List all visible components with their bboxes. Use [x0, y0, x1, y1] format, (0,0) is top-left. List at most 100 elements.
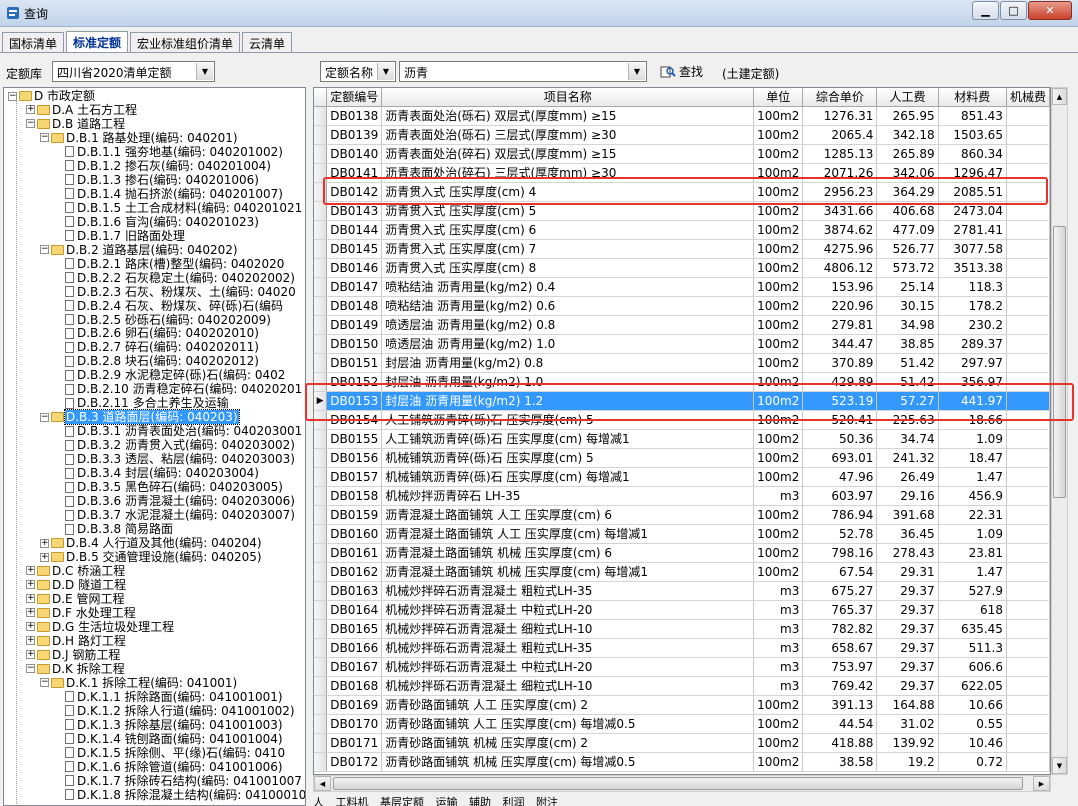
tree-node[interactable]: D.B.2.7 碎石(编码: 040202011) [54, 340, 260, 354]
table-row[interactable]: DB0145 沥青贯入式 压实厚度(cm) 7 100m2 4275.96 526.77… [314, 239, 1050, 259]
bottom-tab[interactable]: 工料机 [336, 796, 369, 806]
tree-node[interactable]: + D.B.4 人行道及其他(编码: 040204) [40, 536, 263, 550]
tree-node[interactable]: + D.H 路灯工程 [26, 634, 127, 648]
col-header-code[interactable]: 定额编号 [326, 88, 383, 107]
table-row[interactable]: DB0141 沥青表面处治(碎石) 三层式(厚度mm) ≥30 100m2 2071.… [314, 163, 1050, 183]
tree-node[interactable]: D.K.1.2 拆除人行道(编码: 041001002) [54, 704, 296, 718]
tree-node[interactable]: D.B.1.5 土工合成材料(编码: 040201021 [54, 201, 303, 215]
minimize-button[interactable]: ▁ [972, 1, 999, 20]
search-input[interactable]: 沥青 ▼ [399, 61, 647, 82]
tree-node[interactable]: D.B.2.5 砂砾石(编码: 040202009) [54, 313, 272, 327]
collapse-icon[interactable]: − [40, 412, 49, 422]
table-row[interactable]: DB0156 机械铺筑沥青碎(砾)石 压实厚度(cm) 5 100m2 693.01 2… [314, 448, 1050, 468]
scroll-left-icon[interactable]: ◀ [314, 776, 331, 791]
tree-node[interactable]: − D.B.1 路基处理(编码: 040201) [40, 131, 239, 145]
collapse-icon[interactable]: − [8, 91, 17, 101]
table-row[interactable]: DB0165 机械炒拌碎石沥青混凝土 细粒式LH-10 m3 782.82 29.37 6… [314, 619, 1050, 639]
expand-icon[interactable]: + [26, 105, 35, 115]
close-button[interactable]: ✕ [1028, 1, 1072, 20]
table-row[interactable]: DB0140 沥青表面处治(碎石) 双层式(厚度mm) ≥15 100m2 1285.… [314, 144, 1050, 164]
tree-node[interactable]: D.B.1.3 掺石(编码: 040201006) [54, 173, 260, 187]
expand-icon[interactable]: + [40, 538, 49, 548]
table-row[interactable]: DB0146 沥青贯入式 压实厚度(cm) 8 100m2 4806.12 573.72… [314, 258, 1050, 278]
tree-node[interactable]: D.B.2.6 卵石(编码: 040202010) [54, 326, 260, 340]
search-field-select[interactable]: 定额名称 ▼ [320, 61, 396, 82]
tab-cloud-list[interactable]: 云清单 [242, 32, 293, 53]
table-row[interactable]: DB0172 沥青砂路面铺筑 机械 压实厚度(cm) 每增减0.5 100m2 38.… [314, 752, 1050, 772]
expand-icon[interactable]: + [26, 650, 35, 660]
maximize-button[interactable]: □ [1000, 1, 1027, 20]
tree-node[interactable]: − D.K.1 拆除工程(编码: 041001) [40, 676, 238, 690]
bottom-tab[interactable]: 运输 [436, 796, 458, 806]
table-row[interactable]: DB0152 封层油 沥青用量(kg/m2) 1.0 100m2 429.89 51.4… [314, 372, 1050, 392]
tree-node[interactable]: + D.E 管网工程 [26, 592, 125, 606]
quota-tree[interactable]: − D 市政定额 + D.A 土石方工程 − D.B 道路工程 − D.B.1 路基处理(编码… [3, 87, 306, 806]
tree-node[interactable]: D.K.1.1 拆除路面(编码: 041001001) [54, 690, 284, 704]
bottom-tab[interactable]: 辅助 [469, 796, 491, 806]
bottom-tab[interactable]: 人 [313, 796, 324, 806]
bottom-tab[interactable]: 基层定额 [380, 796, 424, 806]
tree-node[interactable]: + D.C 桥涵工程 [26, 564, 126, 578]
table-row[interactable]: DB0157 机械铺筑沥青碎(砾)石 压实厚度(cm) 每增减1 100m2 47.9… [314, 467, 1050, 487]
expand-icon[interactable]: + [26, 566, 35, 576]
table-row[interactable]: DB0160 沥青混凝土路面铺筑 人工 压实厚度(cm) 每增减1 100m2 52.… [314, 524, 1050, 544]
tree-node[interactable]: + D.B.5 交通管理设施(编码: 040205) [40, 550, 263, 564]
tree-node[interactable]: D.B.1.6 盲沟(编码: 040201023) [54, 215, 260, 229]
collapse-icon[interactable]: − [40, 245, 49, 255]
tree-node-root[interactable]: − D 市政定额 [8, 89, 96, 103]
table-row[interactable]: DB0139 沥青表面处治(砾石) 三层式(厚度mm) ≥30 100m2 2065.… [314, 125, 1050, 145]
table-row[interactable]: DB0164 机械炒拌碎石沥青混凝土 中粒式LH-20 m3 765.37 29.37 6… [314, 600, 1050, 620]
table-row[interactable]: DB0168 机械炒拌砾石沥青混凝土 细粒式LH-10 m3 769.42 29.37 6… [314, 676, 1050, 696]
expand-icon[interactable]: + [26, 580, 35, 590]
tree-node[interactable]: D.B.1.4 抛石挤淤(编码: 040201007) [54, 187, 284, 201]
tree-node[interactable]: D.K.1.4 铣刨路面(编码: 041001004) [54, 732, 284, 746]
expand-icon[interactable]: + [26, 622, 35, 632]
tree-node[interactable]: D.B.2.3 石灰、粉煤灰、土(编码: 04020 [54, 285, 297, 299]
tree-node[interactable]: D.B.2.1 路床(槽)整型(编码: 0402020 [54, 257, 285, 271]
tree-node[interactable]: − D.B.3 道路面层(编码: 040203) [40, 409, 240, 426]
collapse-icon[interactable]: − [26, 664, 35, 674]
col-header-unit[interactable]: 单位 [753, 88, 804, 107]
tree-node[interactable]: D.B.3.7 水泥混凝土(编码: 040203007) [54, 508, 296, 522]
table-row[interactable]: DB0170 沥青砂路面铺筑 人工 压实厚度(cm) 每增减0.5 100m2 44.… [314, 714, 1050, 734]
tree-node[interactable]: + D.J 钢筋工程 [26, 648, 121, 662]
tree-node[interactable]: + D.F 水处理工程 [26, 606, 137, 620]
tree-node[interactable]: − D.B 道路工程 [26, 117, 126, 131]
col-header-machine-cost[interactable]: 机械费 [1006, 88, 1050, 107]
tree-node[interactable]: D.K.1.6 拆除管道(编码: 041001006) [54, 760, 284, 774]
col-header-material-cost[interactable]: 材料费 [938, 88, 1007, 107]
tree-node[interactable]: D.B.2.8 块石(编码: 040202012) [54, 354, 260, 368]
tree-node[interactable]: D.K.1.7 拆除砖石结构(编码: 041001007 [54, 774, 303, 788]
table-row[interactable]: DB0143 沥青贯入式 压实厚度(cm) 5 100m2 3431.66 406.68… [314, 201, 1050, 221]
tree-node[interactable]: D.K.1.8 拆除混凝土结构(编码: 04100010 [54, 788, 305, 802]
table-row[interactable]: DB0150 喷透层油 沥青用量(kg/m2) 1.0 100m2 344.47 38.… [314, 334, 1050, 354]
tree-node[interactable]: D.B.2.10 沥青稳定碎石(编码: 04020201 [54, 382, 303, 396]
horizontal-scrollbar[interactable]: ◀ ▶ [313, 775, 1051, 792]
table-row[interactable]: DB0148 喷粘结油 沥青用量(kg/m2) 0.6 100m2 220.96 30.… [314, 296, 1050, 316]
tree-node[interactable]: + D.D 隧道工程 [26, 578, 127, 592]
table-row[interactable]: DB0155 人工铺筑沥青碎(砾)石 压实厚度(cm) 每增减1 100m2 50.3… [314, 429, 1050, 449]
tree-node[interactable]: D.B.3.5 黑色碎石(编码: 040203005) [54, 480, 284, 494]
table-row[interactable]: DB0147 喷粘结油 沥青用量(kg/m2) 0.4 100m2 153.96 25.… [314, 277, 1050, 297]
collapse-icon[interactable]: − [40, 133, 49, 143]
table-row[interactable]: DB0159 沥青混凝土路面铺筑 人工 压实厚度(cm) 6 100m2 786.94… [314, 505, 1050, 525]
table-row[interactable]: DB0138 沥青表面处治(砾石) 双层式(厚度mm) ≥15 100m2 1276.… [314, 106, 1050, 126]
tab-national-list[interactable]: 国标清单 [2, 32, 65, 53]
table-row[interactable]: ▶ DB0153 封层油 沥青用量(kg/m2) 1.2 100m2 523.19 57.… [314, 391, 1050, 411]
library-select[interactable]: 四川省2020清单定额 ▼ [52, 61, 215, 82]
tree-node[interactable]: D.B.2.11 多合土养生及运输 [54, 396, 230, 410]
table-row[interactable]: DB0142 沥青贯入式 压实厚度(cm) 4 100m2 2956.23 364.29… [314, 182, 1050, 202]
scroll-up-icon[interactable]: ▲ [1052, 88, 1067, 105]
table-row[interactable]: DB0154 人工铺筑沥青碎(砾)石 压实厚度(cm) 5 100m2 520.41 2… [314, 410, 1050, 430]
table-row[interactable]: DB0149 喷透层油 沥青用量(kg/m2) 0.8 100m2 279.81 34.… [314, 315, 1050, 335]
hscroll-thumb[interactable] [333, 777, 1023, 790]
tree-node[interactable]: D.B.2.2 石灰稳定土(编码: 040202002) [54, 271, 296, 285]
scroll-down-icon[interactable]: ▼ [1052, 757, 1067, 774]
tree-node[interactable]: D.B.1.7 旧路面处理 [54, 229, 186, 243]
tree-node[interactable]: D.B.1.2 掺石灰(编码: 040201004) [54, 159, 272, 173]
table-row[interactable]: DB0151 封层油 沥青用量(kg/m2) 0.8 100m2 370.89 51.4… [314, 353, 1050, 373]
col-header-unit-price[interactable]: 综合单价 [802, 88, 878, 107]
collapse-icon[interactable]: − [40, 678, 49, 688]
tree-node[interactable]: D.B.3.3 透层、粘层(编码: 040203003) [54, 452, 296, 466]
scroll-right-icon[interactable]: ▶ [1033, 776, 1050, 791]
